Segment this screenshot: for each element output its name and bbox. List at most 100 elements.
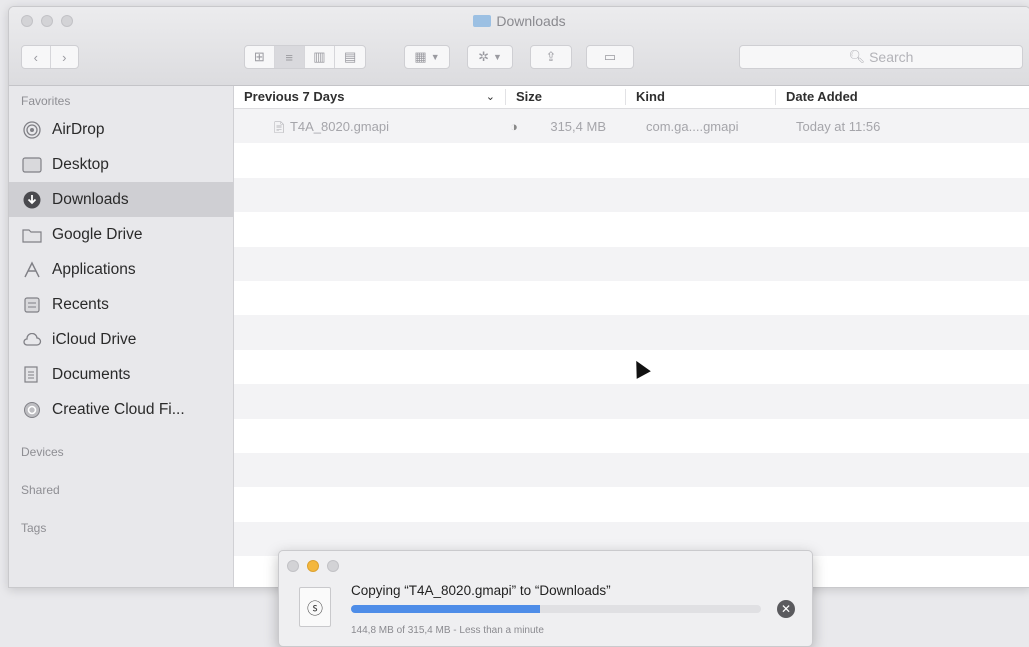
sidebar-item-label: iCloud Drive — [52, 330, 137, 348]
sidebar-item-label: Downloads — [52, 190, 129, 208]
stop-copy-button[interactable]: ✕ — [777, 600, 795, 618]
table-row[interactable]: 📄︎ T4A_8020.gmapi ◑ 315,4 MB com.ga....gm… — [234, 109, 1029, 144]
column-date-header[interactable]: Date Added — [776, 89, 1029, 105]
sidebar-item-applications[interactable]: Applications — [9, 252, 233, 287]
table-row — [234, 384, 1029, 419]
file-size-cell: ◑ 315,4 MB — [506, 119, 626, 134]
list-view-button[interactable]: ≡ — [274, 46, 305, 68]
group-icon: ▦ — [414, 49, 427, 64]
file-size: 315,4 MB — [550, 118, 606, 134]
file-rows: 📄︎ T4A_8020.gmapi ◑ 315,4 MB com.ga....gm… — [234, 109, 1029, 587]
share-icon: ⇪ — [545, 49, 557, 64]
chevron-right-icon: › — [62, 49, 67, 65]
copy-status-text: 144,8 MB of 315,4 MB - Less than a minut… — [351, 625, 544, 636]
chevron-down-icon: ▼ — [430, 52, 440, 62]
column-name-header[interactable]: Previous 7 Days ⌄ — [234, 89, 506, 105]
back-forward-control: ‹ › — [21, 45, 79, 69]
sidebar-section-favorites: Favorites — [21, 94, 71, 108]
desktop-icon — [21, 156, 43, 174]
table-row — [234, 419, 1029, 453]
file-name: T4A_8020.gmapi — [289, 118, 389, 134]
column-header: Previous 7 Days ⌄ Size Kind Date Added — [234, 86, 1029, 109]
file-icon: ⓢ — [299, 587, 331, 627]
downloads-icon — [21, 191, 43, 209]
table-row — [234, 281, 1029, 315]
tag-icon: ▭ — [603, 49, 617, 64]
search-icon: 🔍︎ — [848, 49, 866, 64]
file-kind: com.ga....gmapi — [646, 118, 739, 134]
recents-icon — [21, 296, 43, 314]
sidebar-section-tags[interactable]: Tags — [9, 517, 233, 539]
chevron-left-icon: ‹ — [33, 49, 38, 65]
cloud-icon — [21, 331, 43, 349]
share-button[interactable]: ⇪ — [530, 45, 572, 69]
column-date-label: Date Added — [786, 89, 858, 104]
sidebar-section-shared[interactable]: Shared — [9, 479, 233, 501]
sidebar-item-label: Recents — [52, 295, 109, 313]
sidebar-item-label: Desktop — [52, 155, 109, 173]
back-button[interactable]: ‹ — [22, 46, 51, 68]
list-icon: ≡ — [285, 49, 293, 65]
column-kind-header[interactable]: Kind — [626, 89, 776, 105]
sidebar-item-documents[interactable]: Documents — [9, 357, 233, 392]
progress-pie-icon: ◑ — [510, 118, 518, 134]
copy-progress-bar — [351, 605, 761, 613]
sidebar-item-google-drive[interactable]: Google Drive — [9, 217, 233, 252]
close-icon: ✕ — [780, 602, 792, 616]
close-button[interactable] — [287, 560, 299, 572]
sidebar: Favorites AirDrop Desktop Downloads Goog… — [9, 86, 234, 587]
dialog-window-controls — [287, 560, 339, 572]
sidebar-item-airdrop[interactable]: AirDrop — [9, 112, 233, 147]
sidebar-item-creative-cloud[interactable]: Creative Cloud Fi... — [9, 392, 233, 427]
sidebar-item-downloads[interactable]: Downloads — [9, 182, 233, 217]
sidebar-item-label: Documents — [52, 365, 131, 383]
sidebar-item-label: Google Drive — [52, 225, 143, 243]
toolbar: Downloads ‹ › ⊞ ≡ ▥ ▤ ▦ ▼ ✲ ▼ ⇪ ▭ 🔍︎ Searc… — [9, 7, 1029, 86]
gear-icon: ✲ — [478, 49, 489, 64]
column-size-header[interactable]: Size — [506, 89, 626, 105]
sidebar-item-label: Applications — [52, 260, 136, 278]
chevron-down-icon: ⌄ — [485, 91, 495, 103]
search-placeholder: Search — [869, 49, 914, 65]
folder-icon — [21, 226, 43, 244]
minimize-button[interactable] — [307, 560, 319, 572]
window-title-text: Downloads — [496, 13, 566, 29]
file-list: Previous 7 Days ⌄ Size Kind Date Added 📄… — [234, 86, 1029, 587]
action-button[interactable]: ✲ ▼ — [467, 45, 513, 69]
column-view-button[interactable]: ▥ — [305, 46, 336, 68]
zoom-button[interactable] — [327, 560, 339, 572]
file-name-cell: 📄︎ T4A_8020.gmapi — [234, 119, 506, 134]
window-title: Downloads — [9, 13, 1029, 29]
table-row — [234, 143, 1029, 177]
search-input[interactable]: 🔍︎ Search — [739, 45, 1023, 69]
creative-cloud-icon — [21, 401, 43, 419]
file-icon: 📄︎ — [272, 121, 286, 134]
gallery-view-button[interactable]: ▤ — [335, 46, 365, 68]
folder-icon — [473, 15, 492, 27]
finder-window: Downloads ‹ › ⊞ ≡ ▥ ▤ ▦ ▼ ✲ ▼ ⇪ ▭ 🔍︎ Searc… — [8, 6, 1029, 588]
table-row — [234, 246, 1029, 281]
column-size-label: Size — [516, 89, 543, 104]
forward-button[interactable]: › — [51, 46, 79, 68]
sidebar-item-desktop[interactable]: Desktop — [9, 147, 233, 182]
sidebar-item-icloud-drive[interactable]: iCloud Drive — [9, 322, 233, 357]
chevron-down-icon: ▼ — [492, 52, 502, 62]
sidebar-section-devices[interactable]: Devices — [9, 441, 233, 463]
airdrop-icon — [21, 120, 43, 139]
sidebar-item-recents[interactable]: Recents — [9, 287, 233, 322]
gallery-icon: ▤ — [343, 49, 357, 64]
column-kind-label: Kind — [636, 89, 665, 104]
applications-icon — [21, 260, 43, 279]
view-mode-control: ⊞ ≡ ▥ ▤ — [244, 45, 366, 69]
tag-button[interactable]: ▭ — [586, 45, 634, 69]
grid-icon: ⊞ — [253, 49, 265, 64]
icon-view-button[interactable]: ⊞ — [245, 46, 275, 68]
columns-icon: ▥ — [313, 49, 326, 64]
column-name-label: Previous 7 Days — [244, 89, 345, 104]
group-button[interactable]: ▦ ▼ — [404, 45, 450, 69]
table-row — [234, 315, 1029, 350]
table-row — [234, 487, 1029, 521]
documents-icon — [21, 365, 43, 384]
table-row — [234, 212, 1029, 246]
sidebar-item-label: AirDrop — [52, 120, 105, 138]
